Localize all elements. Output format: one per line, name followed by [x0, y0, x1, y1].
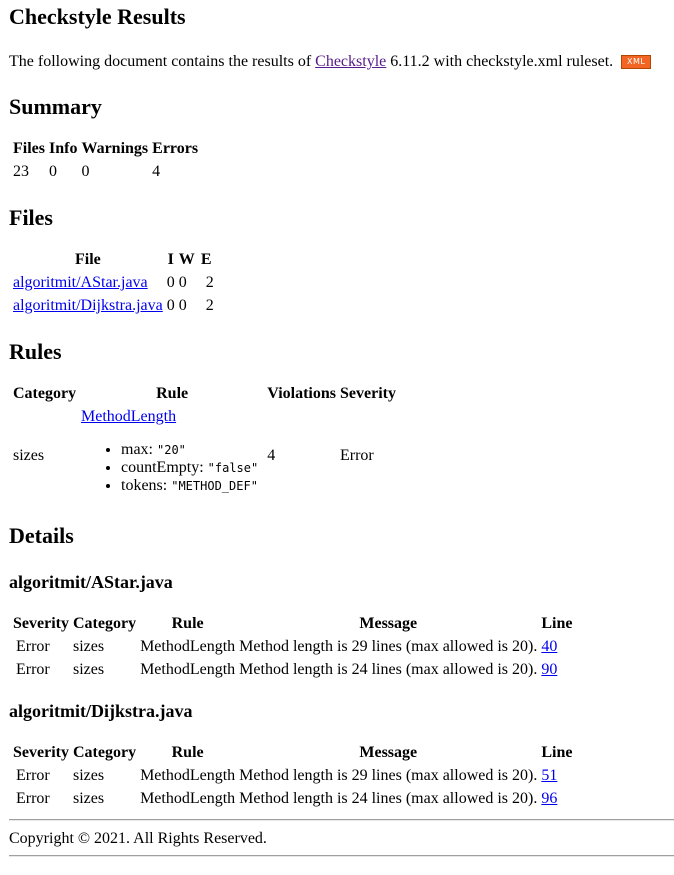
summary-header-info: Info: [49, 140, 78, 157]
detail-severity: Error: [16, 638, 50, 655]
file-link-astar[interactable]: algoritmit/AStar.java: [13, 274, 148, 291]
summary-warnings-count: 0: [81, 163, 90, 180]
footer-divider-bottom: [9, 855, 674, 857]
file-link-dijkstra[interactable]: algoritmit/Dijkstra.java: [13, 297, 163, 314]
rule-violations: 4: [267, 446, 276, 464]
detail-message: Method length is 29 lines (max allowed i…: [239, 767, 538, 784]
detail-category: sizes: [72, 661, 105, 678]
details-header-row: Severity Category Rule Message Line: [12, 613, 573, 634]
table-row: Error sizes MethodLength Method length i…: [12, 788, 573, 809]
details-header-line: Line: [541, 615, 573, 632]
files-header-warnings: W: [178, 251, 195, 268]
detail-rule: MethodLength: [140, 790, 236, 807]
detail-rule: MethodLength: [140, 767, 236, 784]
details-header-severity: Severity: [13, 744, 69, 761]
files-heading: Files: [9, 205, 53, 230]
summary-files-count: 23: [13, 163, 29, 180]
rules-header-rule: Rule: [156, 385, 189, 402]
table-row: Error sizes MethodLength Method length i…: [12, 636, 573, 657]
rules-header-category: Category: [13, 385, 77, 402]
list-item: tokens: "METHOD_DEF": [121, 477, 258, 495]
rules-header-severity: Severity: [339, 385, 396, 402]
property-value: "METHOD_DEF": [171, 479, 258, 493]
file-warnings-count: 0: [178, 274, 187, 291]
summary-header-warnings: Warnings: [81, 140, 149, 157]
details-heading: Details: [9, 523, 74, 548]
summary-header-files: Files: [13, 140, 45, 157]
property-value: "20": [157, 443, 186, 457]
table-row: Error sizes MethodLength Method length i…: [12, 659, 573, 680]
rules-header-violations: Violations: [267, 385, 336, 402]
detail-category: sizes: [72, 638, 105, 655]
file-warnings-count: 0: [178, 297, 187, 314]
details-header-line: Line: [541, 744, 573, 761]
summary-info-count: 0: [49, 163, 57, 180]
page-title: Checkstyle Results: [9, 4, 186, 29]
table-row: algoritmit/Dijkstra.java 0 0 2: [12, 295, 215, 316]
intro-prefix: The following document contains the resu…: [9, 53, 312, 70]
summary-header-errors: Errors: [152, 140, 199, 157]
rule-severity: Error: [339, 446, 374, 464]
details-header-message: Message: [359, 615, 418, 632]
detail-severity: Error: [16, 661, 50, 678]
checkstyle-link[interactable]: Checkstyle: [315, 53, 386, 70]
summary-table: Files Info Warnings Errors 23 0 0 4: [10, 136, 201, 184]
rules-heading: Rules: [9, 339, 62, 364]
intro-suffix: 6.11.2 with checkstyle.xml ruleset.: [390, 53, 614, 70]
summary-header-row: Files Info Warnings Errors: [12, 138, 199, 159]
details-header-severity: Severity: [13, 615, 69, 632]
file-info-count: 0: [166, 274, 175, 291]
details-file-heading-astar: algoritmit/AStar.java: [9, 572, 173, 592]
list-item: max: "20": [121, 441, 258, 459]
detail-message: Method length is 29 lines (max allowed i…: [239, 638, 538, 655]
details-header-message: Message: [359, 744, 418, 761]
footer-divider-top: [9, 819, 674, 821]
details-header-rule: Rule: [171, 744, 204, 761]
summary-heading: Summary: [9, 94, 102, 119]
detail-line-link[interactable]: 51: [541, 767, 557, 784]
details-file-heading-dijkstra: algoritmit/Dijkstra.java: [9, 701, 193, 721]
details-table-astar: Severity Category Rule Message Line Erro…: [10, 611, 575, 682]
table-row: Error sizes MethodLength Method length i…: [12, 765, 573, 786]
files-table: File I W E algoritmit/AStar.java 0 0 2 a…: [10, 247, 217, 318]
file-info-count: 0: [166, 297, 175, 314]
property-value: "false": [207, 461, 259, 475]
detail-severity: Error: [16, 790, 50, 807]
detail-category: sizes: [72, 767, 105, 784]
file-errors-count: 2: [205, 274, 214, 291]
detail-rule: MethodLength: [140, 638, 236, 655]
files-header-file: File: [74, 251, 101, 268]
rule-category: sizes: [13, 446, 45, 464]
files-header-errors: E: [200, 251, 212, 268]
detail-severity: Error: [16, 767, 50, 784]
summary-errors-count: 4: [152, 163, 161, 180]
table-row: sizes MethodLength max: "20" countEmpty:…: [12, 406, 397, 504]
footer-copyright: Copyright © 2021. All Rights Reserved.: [9, 830, 267, 847]
table-row: algoritmit/AStar.java 0 0 2: [12, 272, 215, 293]
rules-header-row: Category Rule Violations Severity: [12, 383, 397, 404]
detail-message: Method length is 24 lines (max allowed i…: [239, 661, 538, 678]
details-header-row: Severity Category Rule Message Line: [12, 742, 573, 763]
detail-category: sizes: [72, 790, 105, 807]
details-header-category: Category: [72, 744, 137, 761]
list-item: countEmpty: "false": [121, 459, 258, 477]
detail-rule: MethodLength: [140, 661, 236, 678]
file-errors-count: 2: [205, 297, 214, 314]
rule-properties-list: max: "20" countEmpty: "false" tokens: "M…: [81, 441, 258, 495]
summary-values-row: 23 0 0 4: [12, 161, 199, 182]
files-header-row: File I W E: [12, 249, 215, 270]
details-header-rule: Rule: [171, 615, 204, 632]
rule-link-methodlength[interactable]: MethodLength: [81, 408, 176, 425]
detail-line-link[interactable]: 96: [541, 790, 557, 807]
intro-paragraph: The following document contains the resu…: [9, 52, 674, 72]
detail-line-link[interactable]: 90: [541, 661, 557, 678]
files-header-info: I: [167, 251, 174, 268]
rules-table: Category Rule Violations Severity sizes …: [10, 381, 399, 506]
details-table-dijkstra: Severity Category Rule Message Line Erro…: [10, 740, 575, 811]
detail-line-link[interactable]: 40: [541, 638, 557, 655]
xml-badge-icon[interactable]: XML: [621, 55, 652, 69]
details-header-category: Category: [72, 615, 137, 632]
detail-message: Method length is 24 lines (max allowed i…: [239, 790, 538, 807]
